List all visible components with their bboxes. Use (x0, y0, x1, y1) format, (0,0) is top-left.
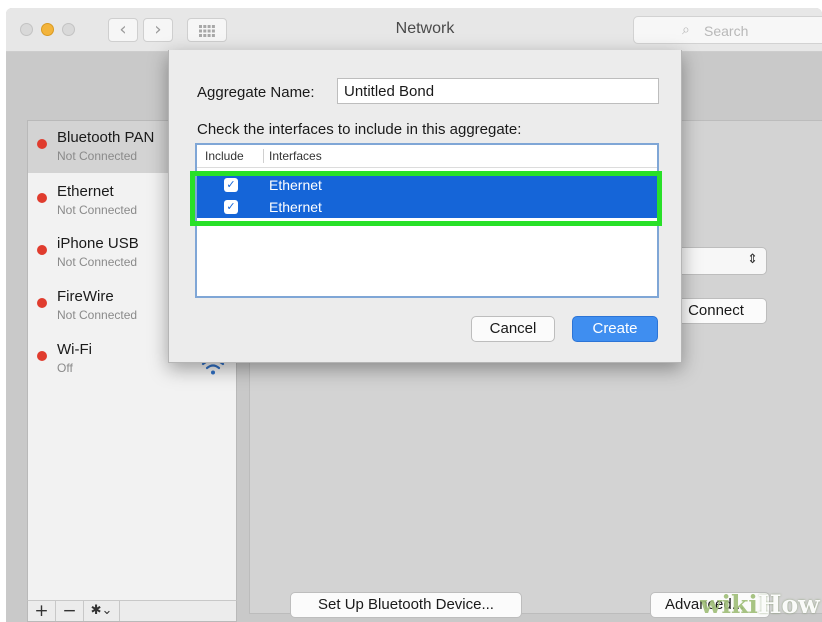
chevron-updown-icon: ⇕ (747, 252, 758, 267)
column-header-interfaces[interactable]: Interfaces (269, 145, 322, 167)
sidebar-toolbar: + − ✱⌄ (27, 600, 237, 622)
gear-menu-button[interactable]: ✱⌄ (84, 601, 120, 621)
wikihow-watermark: wikiHow (700, 590, 820, 622)
status-dot (37, 298, 47, 308)
service-name: Bluetooth PAN (57, 129, 155, 146)
setup-bluetooth-device-button[interactable]: Set Up Bluetooth Device... (290, 592, 522, 618)
service-name: iPhone USB (57, 235, 139, 252)
add-service-button[interactable]: + (28, 601, 56, 621)
service-name: FireWire (57, 288, 114, 305)
status-dot (37, 351, 47, 361)
service-status: Not Connected (57, 255, 138, 269)
instruction-label: Check the interfaces to include in this … (197, 121, 522, 138)
highlight-box (190, 171, 662, 226)
create-button[interactable]: Create (572, 316, 658, 342)
aggregate-name-label: Aggregate Name: (197, 84, 315, 101)
service-status: Not Connected (57, 308, 138, 322)
service-status: Not Connected (57, 149, 138, 163)
watermark-wiki: wiki (700, 590, 758, 619)
search-icon: ⌕ (682, 22, 690, 38)
status-dot (37, 193, 47, 203)
remove-service-button[interactable]: − (56, 601, 84, 621)
service-status: Not Connected (57, 203, 138, 217)
service-status: Off (57, 361, 73, 375)
titlebar: ‹ › Network ⌕ Search (6, 8, 822, 52)
device-select[interactable]: ⇕ (675, 247, 767, 275)
search-field[interactable]: ⌕ Search (633, 16, 822, 44)
aggregate-name-field[interactable] (337, 78, 659, 104)
status-dot (37, 245, 47, 255)
service-name: Wi-Fi (57, 341, 92, 358)
column-header-include[interactable]: Include (205, 145, 244, 167)
status-dot (37, 139, 47, 149)
column-divider (263, 149, 264, 163)
header-divider (197, 167, 657, 168)
search-placeholder: Search (704, 23, 749, 39)
service-name: Ethernet (57, 183, 114, 200)
watermark-how: How (757, 590, 820, 619)
cancel-button[interactable]: Cancel (471, 316, 555, 342)
